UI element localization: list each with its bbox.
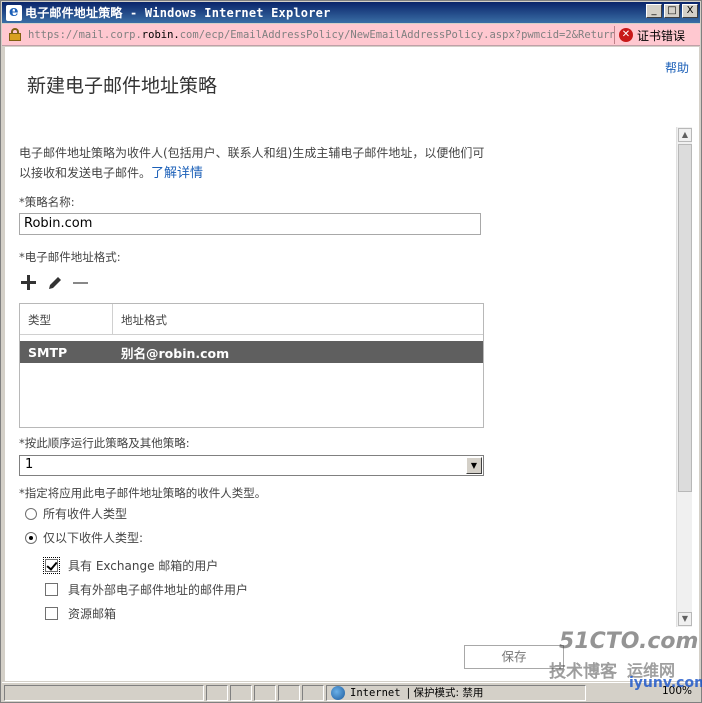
radio-button[interactable] (25, 507, 37, 520)
recipient-type-label: *指定将应用此电子邮件地址策略的收件人类型。 (19, 486, 267, 500)
radio-only-label: 仅以下收件人类型: (43, 531, 144, 545)
checkbox-resource-label: 资源邮箱 (68, 607, 117, 621)
scroll-up-icon[interactable]: ▲ (678, 128, 692, 142)
url-text[interactable]: https://mail.corp.robin.com/ecp/EmailAdd… (28, 29, 614, 41)
browser-window: 电子邮件地址策略 - Windows Internet Explorer _ □… (0, 0, 702, 703)
status-text-cell (4, 684, 204, 701)
add-icon[interactable] (21, 275, 37, 291)
checkbox-exchange-label: 具有 Exchange 邮箱的用户 (68, 559, 219, 573)
error-icon: ✕ (619, 28, 633, 42)
close-button[interactable]: X (682, 4, 698, 18)
help-link[interactable]: 帮助 (665, 59, 689, 76)
cell-format: 别名@robin.com (121, 345, 230, 361)
status-cell (254, 684, 276, 701)
protected-mode-label: | 保护模式: 禁用 (406, 687, 484, 699)
checkbox-external-mail-users[interactable]: 具有外部电子邮件地址的邮件用户 (45, 581, 248, 598)
maximize-button[interactable]: □ (664, 4, 680, 18)
lock-icon (7, 27, 23, 42)
minimize-button[interactable]: _ (646, 4, 662, 18)
radio-button-selected[interactable] (25, 531, 37, 544)
title-bar: 电子邮件地址策略 - Windows Internet Explorer _ □… (2, 2, 700, 23)
certificate-error-label: 证书错误 (637, 28, 686, 43)
edit-pencil-icon[interactable] (47, 275, 63, 291)
window-controls: _ □ X (646, 4, 698, 18)
status-cell (230, 684, 252, 701)
zone-label: Internet (350, 686, 401, 699)
scroll-down-icon[interactable]: ▼ (678, 612, 692, 626)
address-bar[interactable]: https://mail.corp.robin.com/ecp/EmailAdd… (2, 24, 700, 46)
order-selected-value: 1 (25, 457, 34, 472)
page-content: 帮助 新建电子邮件地址策略 ▲ ▼ 电子邮件地址策略为收件人(包括用户、联系人和… (5, 47, 699, 681)
window-title: 电子邮件地址策略 - Windows Internet Explorer (25, 6, 331, 20)
order-label: *按此顺序运行此策略及其他策略: (19, 436, 190, 450)
address-format-table: 类型 地址格式 SMTP 别名@robin.com (19, 303, 484, 428)
radio-all-recipients[interactable]: 所有收件人类型 (25, 505, 127, 522)
order-select[interactable]: 1 ▼ (19, 455, 484, 476)
table-header: 类型 地址格式 (20, 304, 483, 335)
radio-only-recipients[interactable]: 仅以下收件人类型: (25, 529, 143, 546)
table-row[interactable]: SMTP 别名@robin.com (20, 341, 483, 363)
policy-name-input[interactable]: Robin.com (19, 213, 481, 235)
description-text: 电子邮件地址策略为收件人(包括用户、联系人和组)生成主辅电子邮件地址，以便他们可… (19, 146, 485, 180)
radio-all-label: 所有收件人类型 (43, 507, 128, 521)
status-cell (302, 684, 324, 701)
cell-type: SMTP (28, 344, 68, 360)
checkbox-checked[interactable] (43, 557, 60, 574)
checkbox[interactable] (45, 583, 58, 596)
checkbox-external-label: 具有外部电子邮件地址的邮件用户 (68, 583, 249, 597)
page-title: 新建电子邮件地址策略 (27, 75, 218, 97)
format-toolbar (21, 275, 89, 291)
checkbox-exchange-users[interactable]: 具有 Exchange 邮箱的用户 (43, 557, 219, 574)
globe-icon (331, 685, 345, 700)
scrollbar-thumb[interactable] (678, 144, 692, 492)
status-cell (278, 684, 300, 701)
remove-icon[interactable] (73, 275, 89, 291)
security-zone[interactable]: Internet | 保护模式: 禁用 (326, 684, 586, 701)
policy-name-label: *策略名称: (19, 195, 75, 209)
column-header-format[interactable]: 地址格式 (113, 304, 175, 334)
policy-description: 电子邮件地址策略为收件人(包括用户、联系人和组)生成主辅电子邮件地址，以便他们可… (19, 143, 489, 184)
checkbox[interactable] (45, 607, 58, 620)
status-cell (206, 684, 228, 701)
checkbox-resource-mailboxes[interactable]: 资源邮箱 (45, 605, 116, 622)
certificate-error-button[interactable]: ✕ 证书错误 (614, 26, 694, 44)
zoom-level[interactable]: 100% (658, 685, 696, 697)
address-format-label: *电子邮件地址格式: (19, 250, 121, 264)
column-header-type[interactable]: 类型 (20, 304, 113, 334)
status-bar: Internet | 保护模式: 禁用 100% (2, 682, 700, 702)
ie-logo-icon (6, 2, 22, 21)
learn-more-link[interactable]: 了解详情 (151, 166, 203, 181)
vertical-scrollbar[interactable]: ▲ ▼ (676, 127, 692, 627)
dropdown-arrow-icon[interactable]: ▼ (466, 457, 482, 474)
save-button[interactable]: 保存 (464, 645, 564, 669)
